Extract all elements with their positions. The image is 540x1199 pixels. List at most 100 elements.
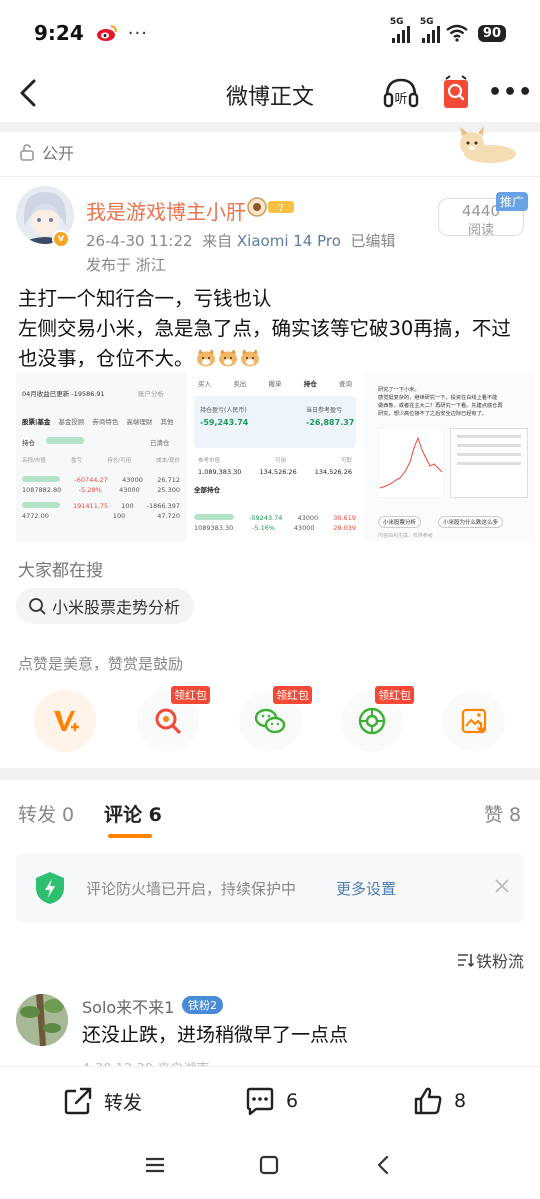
tab-active-indicator (108, 834, 152, 838)
img2-labels: 参考市值 可用 可取 (198, 458, 352, 464)
tab-likes[interactable]: 赞 8 (484, 800, 521, 827)
network-type: 5G (389, 17, 404, 27)
lock-icon (20, 144, 34, 161)
comment-text[interactable]: 还没止跌，进场稍微早了一点点 (82, 1020, 348, 1047)
svg-text:听: 听 (394, 92, 407, 107)
img1-clear: 已清仓 (150, 439, 170, 447)
img3-tag: 小米股票分析 (378, 516, 422, 528)
home-icon[interactable] (258, 1154, 280, 1176)
wifi-icon (446, 24, 468, 42)
search-chip-text: 小米股票走势分析 (52, 598, 181, 617)
avatar-image (16, 994, 68, 1046)
commenter-avatar[interactable] (16, 994, 68, 1046)
like-count: 8 (454, 1090, 467, 1112)
signal-icon: 5G (420, 17, 440, 43)
edited-label[interactable]: 已编辑 (350, 232, 395, 250)
battery-indicator: 90 (477, 24, 506, 42)
like-button[interactable]: 8 (412, 1085, 466, 1117)
firewall-settings-link[interactable]: 更多设置 (336, 878, 396, 899)
doge-emoji-icon (196, 349, 215, 367)
shield-icon (36, 872, 64, 904)
post-image-holdings[interactable]: 买入 卖出 撤单 持仓 查询 持仓盈亏(人民币) -59,243.74 当日参考盈亏 -… (190, 372, 360, 542)
like-hint: 点赞是美意，赞赏是鼓励 (18, 655, 184, 673)
nav-bar: 微博正文 听 ••• (0, 66, 540, 120)
save-image-icon (461, 708, 487, 734)
user-level-badge-icon: 7 (247, 197, 294, 217)
read-label: 阅读 (467, 223, 494, 238)
img1-rows: -60744.27 43000 26.712 1087882.80 -5.29% 430… (22, 476, 180, 520)
commenter-name[interactable]: Solo来不来1 (82, 994, 174, 1018)
listen-icon[interactable]: 听 (382, 74, 420, 112)
img2-summary: 持仓盈亏(人民币) -59,243.74 当日参考盈亏 -26,887.37 (194, 396, 356, 448)
redpack-search-icon[interactable] (438, 74, 474, 112)
comment-sort-button[interactable]: 铁粉流 (456, 948, 524, 972)
post-source[interactable]: Xiaomi 14 Pro (237, 232, 341, 250)
img3-text: 研究了一下小米。 感觉挺复杂的，继续研究一下。投资在白线上看不能 做西象，或者在… (378, 387, 503, 417)
post-tabs: 转发 0 评论 6 赞 8 (0, 792, 540, 842)
share-icon (64, 1087, 92, 1115)
section-divider (0, 768, 540, 780)
status-time: 9:24 (34, 21, 84, 45)
sort-label: 铁粉流 (476, 952, 525, 971)
moments-icon (358, 707, 386, 735)
share-moments-button[interactable]: 领红包 (341, 686, 414, 752)
img1-header: 04月收益已更新 -19586.91 (22, 390, 105, 398)
visibility-label: 公开 (18, 140, 74, 164)
img3-chart (378, 428, 444, 498)
doge-emoji-icon (218, 349, 237, 367)
author-name[interactable]: 我是游戏博主小肝 (86, 196, 246, 225)
comment-meta: 4-30 12:39 来自湖南 (82, 1058, 209, 1066)
img3-panel (450, 428, 528, 498)
divider (0, 176, 540, 177)
comment-firewall-notice: 评论防火墙已开启，持续保护中 更多设置 (16, 854, 524, 922)
more-icon[interactable]: ••• (488, 80, 533, 105)
repost-label: 转发 (104, 1091, 143, 1114)
search-redpack-icon (155, 708, 181, 734)
search-icon (29, 598, 46, 615)
redpack-tag: 领红包 (273, 686, 312, 704)
comment-button[interactable]: 6 (244, 1085, 298, 1117)
system-nav-bar (0, 1138, 540, 1199)
reward-button[interactable] (34, 690, 96, 752)
wechat-icon (254, 708, 286, 734)
menu-icon[interactable] (144, 1154, 166, 1176)
post-text-content: 左侧交易小米，急是急了点，确实该等它破30再搞，不过也没事，仓位不大。 (18, 317, 511, 370)
img2-tabs: 买入 卖出 撤单 持仓 查询 (198, 380, 352, 388)
save-image-button[interactable] (443, 690, 505, 752)
reaction-row: 领红包 领红包 领红包 (0, 686, 540, 756)
network-type: 5G (419, 17, 434, 27)
status-more-icon: ··· (127, 22, 148, 44)
bottom-action-bar: 转发 6 8 (0, 1066, 540, 1138)
tab-repost[interactable]: 转发 0 (18, 800, 74, 827)
source-prefix: 来自 (202, 232, 233, 250)
share-wechat-button[interactable]: 领红包 (239, 686, 312, 752)
img3-tag: 小米股为什么跌这么多 (438, 516, 504, 528)
verified-badge-icon: v (52, 230, 70, 248)
signal-icon: 5G (390, 17, 410, 43)
comment-icon (246, 1087, 274, 1116)
search-chip[interactable]: 小米股票走势分析 (16, 588, 195, 624)
back-icon[interactable] (372, 1154, 394, 1176)
dog-sticker-image (460, 126, 516, 163)
img1-pos-label: 持仓 (22, 439, 35, 447)
fan-badge: 铁粉2 (182, 996, 223, 1014)
tab-comments[interactable]: 评论 6 (104, 800, 162, 827)
promo-tag[interactable]: 推广 (496, 192, 529, 211)
trending-search-label: 大家都在搜 (18, 561, 103, 581)
thumbs-up-icon (414, 1087, 442, 1115)
post-time: 26-4-30 11:22 (86, 232, 193, 250)
redpack-tag: 领红包 (171, 686, 210, 704)
redpack-search-button[interactable]: 领红包 (137, 686, 210, 752)
post-body: 主打一个知行合一，亏钱也认 左侧交易小米，急是急了点，确实该等它破30再搞，不过… (18, 284, 528, 374)
img2-values: 1,089,383.30 134,526.26 134,526.26 (198, 468, 352, 476)
redpack-tag: 领红包 (375, 686, 414, 704)
status-bar: 9:24 ··· 5G 5G 90 (0, 0, 540, 66)
weibo-status-icon (96, 25, 117, 41)
repost-button[interactable]: 转发 (62, 1085, 142, 1117)
doge-emoji-icon (240, 349, 259, 367)
post-image-analysis[interactable]: 研究了一下小米。 感觉挺复杂的，继续研究一下。投资在白线上看不能 做西象，或者在… (364, 372, 534, 542)
post-image-portfolio[interactable]: 04月收益已更新 -19586.91 账户分析 股票|基金 基金投顾 券商特色 … (16, 372, 186, 542)
close-icon[interactable] (492, 876, 512, 896)
post-text-line: 主打一个知行合一，亏钱也认 (18, 287, 272, 310)
img1-tabs: 股票|基金 基金投顾 券商特色 高端理财 其他 (22, 418, 174, 426)
